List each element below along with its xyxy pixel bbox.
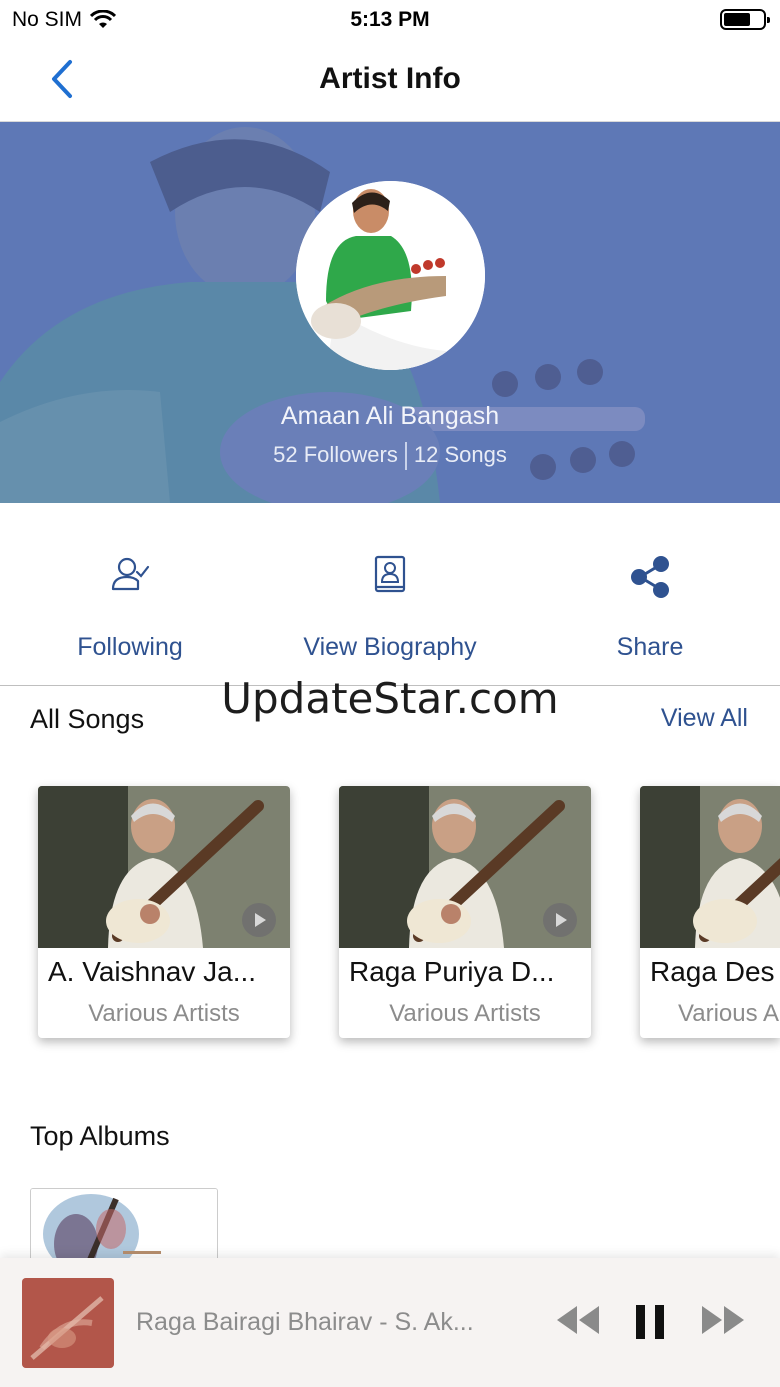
song-thumbnail	[38, 786, 290, 948]
share-icon	[631, 556, 669, 598]
artist-stats: 52 Followers 12 Songs	[0, 442, 780, 471]
artist-actions: Following View Biography Share	[0, 503, 780, 686]
now-playing-artwork[interactable]	[22, 1278, 114, 1368]
artist-hero: Amaan Ali Bangash 52 Followers 12 Songs	[0, 122, 780, 503]
artist-name: Amaan Ali Bangash	[280, 402, 500, 430]
user-check-icon	[111, 557, 150, 591]
all-songs-heading: All Songs	[30, 704, 145, 734]
now-playing-title: Raga Bairagi Bhairav - S. Ak...	[136, 1308, 474, 1336]
status-bar: No SIM 5:13 PM	[0, 0, 780, 40]
songs-count: 12 Songs	[413, 442, 507, 467]
song-artist: Various Artists	[88, 1000, 240, 1027]
rewind-icon[interactable]	[555, 1302, 601, 1338]
share-icon-wrap	[520, 555, 780, 599]
page-title: Artist Info	[319, 62, 461, 95]
song-card[interactable]: Raga Des Various A	[640, 786, 780, 1038]
song-cover-image	[640, 786, 780, 948]
song-title: Raga Des	[650, 956, 775, 987]
followers-count: 52 Followers	[273, 442, 398, 467]
battery-icon	[720, 9, 770, 30]
song-thumbnail	[640, 786, 780, 948]
song-title: A. Vaishnav Ja...	[48, 956, 257, 987]
pause-icon[interactable]	[634, 1305, 666, 1339]
mini-player: Raga Bairagi Bhairav - S. Ak...	[0, 1258, 780, 1387]
view-all-link[interactable]: View All	[661, 704, 748, 733]
fast-forward-icon[interactable]	[700, 1302, 746, 1338]
following-button[interactable]: Following	[0, 503, 260, 685]
biography-book-icon	[374, 555, 406, 593]
following-icon-wrap	[0, 555, 260, 599]
stats-divider	[404, 442, 407, 471]
play-icon[interactable]	[242, 903, 276, 937]
view-biography-button[interactable]: View Biography	[260, 503, 520, 685]
view-biography-label: View Biography	[303, 633, 477, 661]
play-icon[interactable]	[543, 903, 577, 937]
navigation-bar: Artist Info	[0, 40, 780, 122]
following-label: Following	[77, 633, 183, 661]
share-button[interactable]: Share	[520, 503, 780, 685]
song-card[interactable]: A. Vaishnav Ja... Various Artists	[38, 786, 290, 1038]
status-time: 5:13 PM	[350, 8, 430, 31]
song-artist: Various Artists	[389, 1000, 541, 1027]
top-albums-heading: Top Albums	[30, 1121, 170, 1151]
song-card[interactable]: Raga Puriya D... Various Artists	[339, 786, 591, 1038]
artist-photo	[296, 181, 485, 370]
song-thumbnail	[339, 786, 591, 948]
song-title: Raga Puriya D...	[349, 956, 555, 987]
biography-icon-wrap	[260, 555, 520, 599]
artist-avatar	[296, 181, 485, 370]
share-label: Share	[616, 633, 684, 661]
song-artist: Various A	[678, 1000, 779, 1027]
now-playing-cover-image	[22, 1278, 114, 1368]
